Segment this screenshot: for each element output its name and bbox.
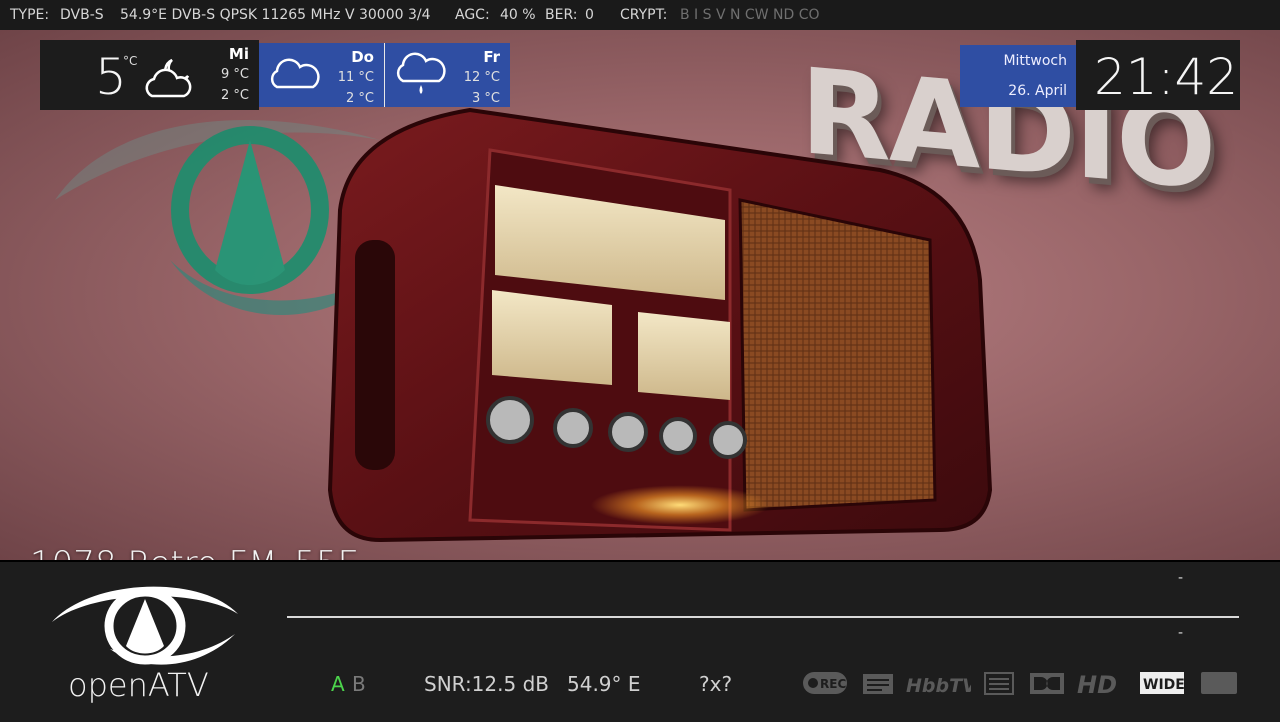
tuner-a-indicator: A (331, 672, 345, 696)
format-icon (1201, 672, 1237, 694)
snr-value: SNR:12.5 dB (424, 672, 549, 696)
partly-cloudy-night-icon (145, 58, 192, 98)
dolby-icon (1030, 673, 1064, 694)
weather-widget: 5 °C Mi 9 °C 2 °C Do 11 °C 2 °C Fr 12 °C… (40, 40, 510, 110)
clock-time: 21:42 (1094, 48, 1239, 106)
weather-day-2-low: 3 °C (472, 91, 500, 106)
weather-day-2-high: 12 °C (463, 70, 500, 85)
clock-panel: 21:42 (1076, 40, 1240, 110)
orbital-position: 54.9° E (567, 672, 641, 696)
weather-today: 5 °C Mi 9 °C 2 °C (40, 40, 259, 110)
weather-forecast-day-2: Fr 12 °C 3 °C (384, 43, 510, 107)
now-event: - (1178, 570, 1184, 586)
svg-text:WIDE: WIDE (1143, 677, 1185, 693)
type-value: DVB-S (60, 7, 104, 23)
hbbtv-icon: HbbTV (906, 675, 971, 696)
teletext-icon (863, 674, 893, 694)
hd-icon: HD (1077, 671, 1117, 696)
tuner-status-bar: TYPE: DVB-S 54.9°E DVB-S QPSK 11265 MHz … (0, 0, 1280, 30)
subtitles-icon (984, 672, 1014, 695)
ber-label: BER: (545, 7, 578, 23)
svg-text:REC: REC (820, 677, 846, 691)
svg-text:HD: HD (1077, 671, 1117, 696)
agc-label: AGC: (455, 7, 490, 23)
weather-day-2-name: Fr (483, 48, 500, 66)
weather-today-low: 2 °C (221, 88, 249, 103)
weather-today-day: Mi (228, 45, 249, 63)
date: 26. April (1008, 83, 1067, 99)
temperature-unit: °C (123, 54, 138, 68)
light-glow (590, 485, 770, 525)
ber-value: 0 (585, 7, 594, 23)
cloud-icon (270, 58, 320, 89)
weather-day-1-name: Do (351, 48, 374, 66)
openatv-eye-logo-icon (52, 586, 238, 665)
agc-value: 40 % (500, 7, 536, 23)
rain-cloud-icon (396, 52, 446, 94)
crypt-label: CRYPT: (620, 7, 668, 23)
weather-forecast-day-1: Do 11 °C 2 °C (259, 43, 384, 107)
next-event: - (1178, 625, 1184, 641)
video-resolution: ?x? (699, 672, 733, 696)
transponder-info: 54.9°E DVB-S QPSK 11265 MHz V 30000 3/4 (120, 7, 431, 23)
rec-icon: REC (803, 672, 847, 694)
event-progress-bar (287, 616, 1239, 618)
weekday: Mittwoch (1003, 53, 1067, 69)
type-label: TYPE: (10, 7, 50, 23)
weather-day-1-low: 2 °C (346, 91, 374, 106)
svg-text:HbbTV: HbbTV (906, 675, 971, 696)
tuner-b-indicator: B (352, 672, 366, 696)
infobar: openATV - - A B SNR:12.5 dB 54.9° E ?x? … (0, 560, 1280, 722)
widescreen-icon: WIDE (1140, 672, 1185, 694)
weather-day-1-high: 11 °C (337, 70, 374, 85)
weather-today-high: 9 °C (221, 67, 249, 82)
brand-name: openATV (68, 666, 209, 704)
channel-name: 1078 Retro FM_55E (30, 544, 359, 560)
crypt-flags: B I S V N CW ND CO (680, 7, 820, 23)
date-panel: Mittwoch 26. April (960, 45, 1076, 107)
